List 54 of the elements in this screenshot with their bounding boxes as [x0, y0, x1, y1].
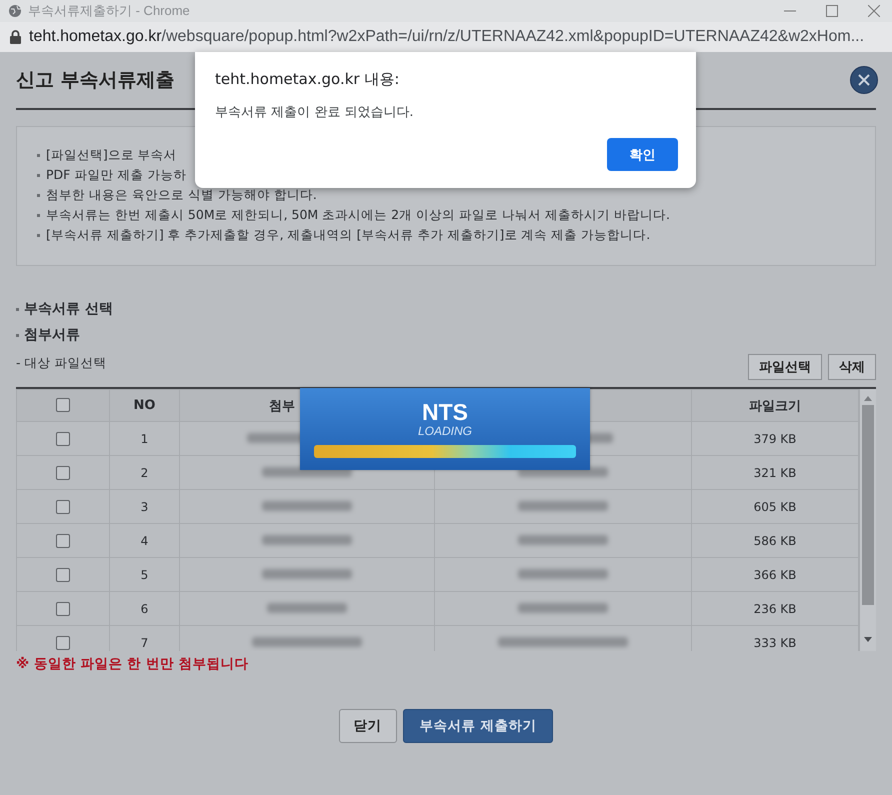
row-number: 3 [140, 500, 148, 514]
file-size: 321 KB [754, 466, 796, 480]
checkbox[interactable] [56, 636, 70, 650]
row-number: 5 [140, 568, 148, 582]
section-heading: 첨부서류 [24, 326, 80, 344]
column-header: 첨부 [269, 398, 295, 414]
file-size: 379 KB [754, 432, 796, 446]
row-number: 2 [140, 466, 148, 480]
loading-logo: NTS [422, 400, 468, 424]
close-dialog-button[interactable]: 닫기 [338, 709, 397, 743]
maximize-icon[interactable] [826, 5, 838, 17]
file-size: 605 KB [754, 500, 796, 514]
checkbox[interactable] [56, 534, 70, 548]
checkbox[interactable] [56, 398, 70, 412]
file-select-label: - 대상 파일선택 [16, 355, 106, 372]
section-heading: 부속서류 선택 [24, 300, 113, 318]
warning-text: ※ 동일한 파일은 한 번만 첨부됩니다 [16, 655, 250, 674]
toolbar-button[interactable]: 파일선택 [748, 354, 822, 380]
scrollbar[interactable] [859, 389, 876, 651]
globe-icon [8, 4, 22, 18]
column-header: 파일크기 [749, 398, 801, 414]
notice-text: 부속서류는 한번 제출시 50M로 제한되니, 50M 초과시에는 2개 이상의 파일로 나눠서 제출하시기 바랍니다. [46, 207, 670, 224]
checkbox[interactable] [56, 602, 70, 616]
file-size: 236 KB [754, 602, 796, 616]
lock-icon [10, 30, 21, 44]
toolbar-button[interactable]: 삭제 [828, 354, 876, 380]
row-number: 6 [140, 602, 148, 616]
close-button[interactable] [850, 66, 878, 94]
notice-text: 첨부한 내용은 육안으로 식별 가능해야 합니다. [46, 187, 317, 204]
checkbox[interactable] [56, 500, 70, 514]
notice-text: [파일선택]으로 부속서 [46, 147, 177, 164]
checkbox[interactable] [56, 568, 70, 582]
dialog-title: 신고 부속서류제출 [16, 68, 175, 93]
file-size: 586 KB [754, 534, 796, 548]
file-size: 333 KB [754, 636, 796, 650]
alert-message: 부속서류 제출이 완료 되었습니다. [215, 104, 415, 121]
loading-label: LOADING [418, 424, 472, 438]
window-title: 부속서류제출하기 - Chrome [28, 2, 190, 20]
column-header: NO [134, 398, 156, 413]
notice-text: PDF 파일만 제출 가능하 [46, 167, 186, 184]
submit-button[interactable]: 부속서류 제출하기 [402, 709, 554, 743]
checkbox[interactable] [56, 466, 70, 480]
row-number: 7 [140, 636, 148, 650]
checkbox[interactable] [56, 432, 70, 446]
close-icon [858, 74, 870, 86]
row-number: 4 [140, 534, 148, 548]
notice-text: [부속서류 제출하기] 후 추가제출할 경우, 제출내역의 [부속서류 추가 제출하기]로 계속 제출 가능합니다. [46, 227, 650, 244]
alert-title: teht.hometax.go.kr 내용: [215, 70, 400, 89]
scroll-up-icon[interactable] [864, 395, 872, 401]
close-icon[interactable] [868, 5, 880, 17]
file-size: 366 KB [754, 568, 796, 582]
scroll-down-icon[interactable] [864, 637, 872, 643]
confirm-button[interactable]: 확인 [607, 138, 678, 171]
row-number: 1 [140, 432, 148, 446]
